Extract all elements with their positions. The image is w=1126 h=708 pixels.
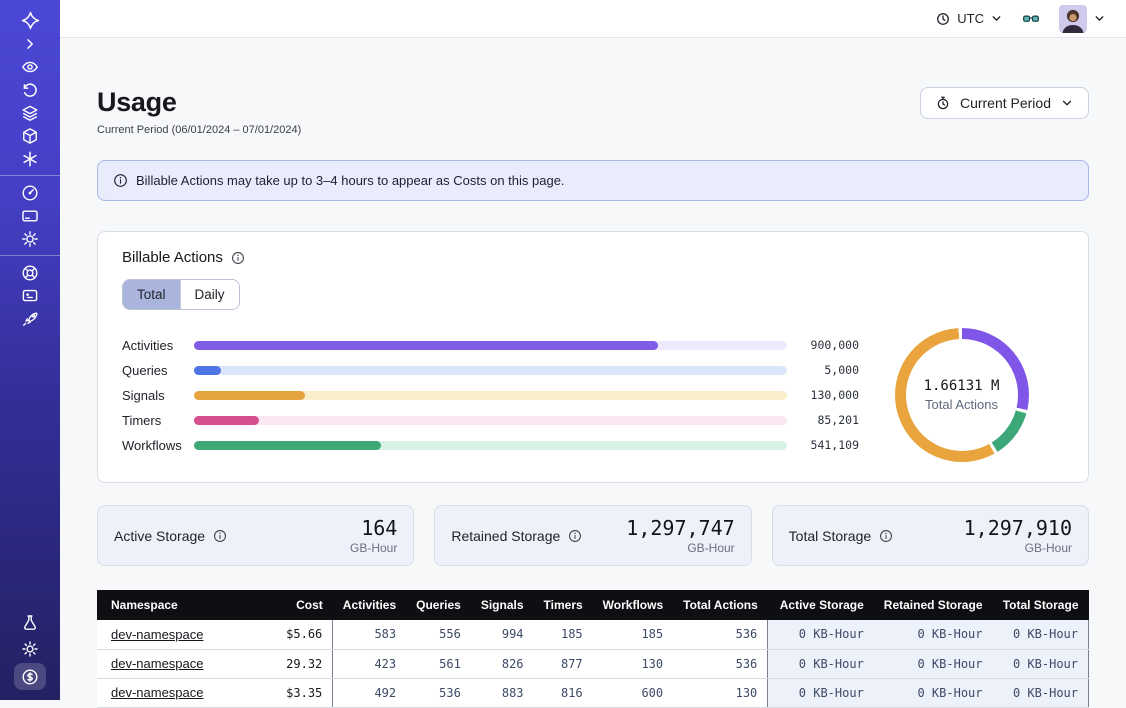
active-storage-value: 164 [350, 516, 397, 540]
namespace-link[interactable]: dev-namespace [111, 685, 204, 700]
bar-queries: Queries 5,000 [122, 358, 859, 383]
chevron-down-icon [990, 12, 1003, 25]
billable-actions-card: Billable Actions Total Daily Activities … [97, 231, 1089, 483]
col-active-storage: Active Storage [768, 590, 874, 620]
usage-dollar-icon[interactable] [14, 663, 46, 690]
user-menu[interactable] [1059, 5, 1106, 33]
bar-signals: Signals 130,000 [122, 383, 859, 408]
col-cost: Cost [241, 590, 333, 620]
col-workflows: Workflows [593, 590, 673, 620]
col-total-actions: Total Actions [673, 590, 768, 620]
timezone-selector[interactable]: UTC [935, 11, 1003, 27]
namespace-link[interactable]: dev-namespace [111, 627, 204, 642]
col-timers: Timers [534, 590, 593, 620]
total-actions-label: Total Actions [925, 397, 998, 412]
period-selector-button[interactable]: Current Period [920, 87, 1089, 119]
page-title: Usage [97, 87, 301, 118]
billable-bars-chart: Activities 900,000 Queries 5,000 Signals… [122, 333, 859, 458]
col-retained-storage: Retained Storage [874, 590, 993, 620]
namespace-link[interactable]: dev-namespace [111, 656, 204, 671]
main-content: Usage Current Period (06/01/2024 – 07/01… [60, 87, 1126, 708]
period-button-label: Current Period [960, 95, 1051, 111]
timezone-label: UTC [957, 11, 984, 26]
bar-workflows: Workflows 541,109 [122, 433, 859, 458]
support-lifebuoy-icon[interactable] [13, 261, 47, 284]
namespaces-icon[interactable] [13, 55, 47, 78]
current-period-subtitle: Current Period (06/01/2024 – 07/01/2024) [97, 124, 301, 136]
table-header-row: Namespace Cost Activities Queries Signal… [97, 590, 1089, 620]
table-row: dev-namespace 29.32 423 561 826 877 130 … [97, 649, 1089, 678]
chevron-down-icon [1093, 12, 1106, 25]
col-activities: Activities [333, 590, 406, 620]
banner-text: Billable Actions may take up to 3–4 hour… [136, 173, 565, 188]
temporal-logo-icon[interactable] [13, 9, 47, 32]
stopwatch-icon [935, 95, 951, 111]
bar-activities: Activities 900,000 [122, 333, 859, 358]
tab-total[interactable]: Total [123, 280, 180, 309]
topbar: UTC [60, 0, 1126, 38]
history-icon[interactable] [13, 78, 47, 101]
cube-icon[interactable] [13, 124, 47, 147]
avatar [1059, 5, 1087, 33]
layers-icon[interactable] [13, 101, 47, 124]
col-signals: Signals [471, 590, 534, 620]
bar-timers: Timers 85,201 [122, 408, 859, 433]
retained-storage-value: 1,297,747 [626, 516, 734, 540]
total-actions-value: 1.66131 M [924, 378, 1000, 394]
retained-storage-card: Retained Storage 1,297,747 GB-Hour [434, 505, 751, 566]
clock-icon [935, 11, 951, 27]
settings-gear-icon[interactable] [13, 227, 47, 250]
sidebar-divider [0, 255, 60, 256]
info-banner: Billable Actions may take up to 3–4 hour… [97, 160, 1089, 201]
tab-daily[interactable]: Daily [180, 280, 239, 309]
table-row: dev-namespace $5.66 583 556 994 185 185 … [97, 620, 1089, 649]
col-namespace: Namespace [97, 590, 241, 620]
feedback-monitor-icon[interactable] [13, 284, 47, 307]
col-total-storage: Total Storage [993, 590, 1089, 620]
namespace-usage-table: Namespace Cost Activities Queries Signal… [97, 590, 1089, 708]
info-icon[interactable] [213, 529, 227, 543]
sidebar [0, 0, 60, 700]
collapse-chevron-icon[interactable] [13, 32, 47, 55]
goggles-icon[interactable] [1021, 10, 1041, 28]
billable-actions-title: Billable Actions [122, 249, 223, 266]
theme-sun-icon[interactable] [13, 637, 47, 660]
info-icon[interactable] [568, 529, 582, 543]
donut-chart: 1.66131 M Total Actions [895, 328, 1029, 462]
table-row: dev-namespace $3.35 492 536 883 816 600 … [97, 678, 1089, 707]
asterisk-icon[interactable] [13, 147, 47, 170]
active-storage-card: Active Storage 164 GB-Hour [97, 505, 414, 566]
labs-flask-icon[interactable] [13, 611, 47, 634]
usage-gauge-icon[interactable] [13, 181, 47, 204]
col-queries: Queries [406, 590, 471, 620]
info-icon[interactable] [879, 529, 893, 543]
billing-card-icon[interactable] [13, 204, 47, 227]
view-toggle: Total Daily [122, 279, 240, 310]
total-storage-card: Total Storage 1,297,910 GB-Hour [772, 505, 1089, 566]
total-storage-value: 1,297,910 [964, 516, 1072, 540]
chevron-down-icon [1060, 96, 1074, 110]
info-icon [113, 173, 128, 188]
info-icon[interactable] [231, 251, 245, 265]
getting-started-rocket-icon[interactable] [13, 307, 47, 330]
sidebar-divider [0, 175, 60, 176]
